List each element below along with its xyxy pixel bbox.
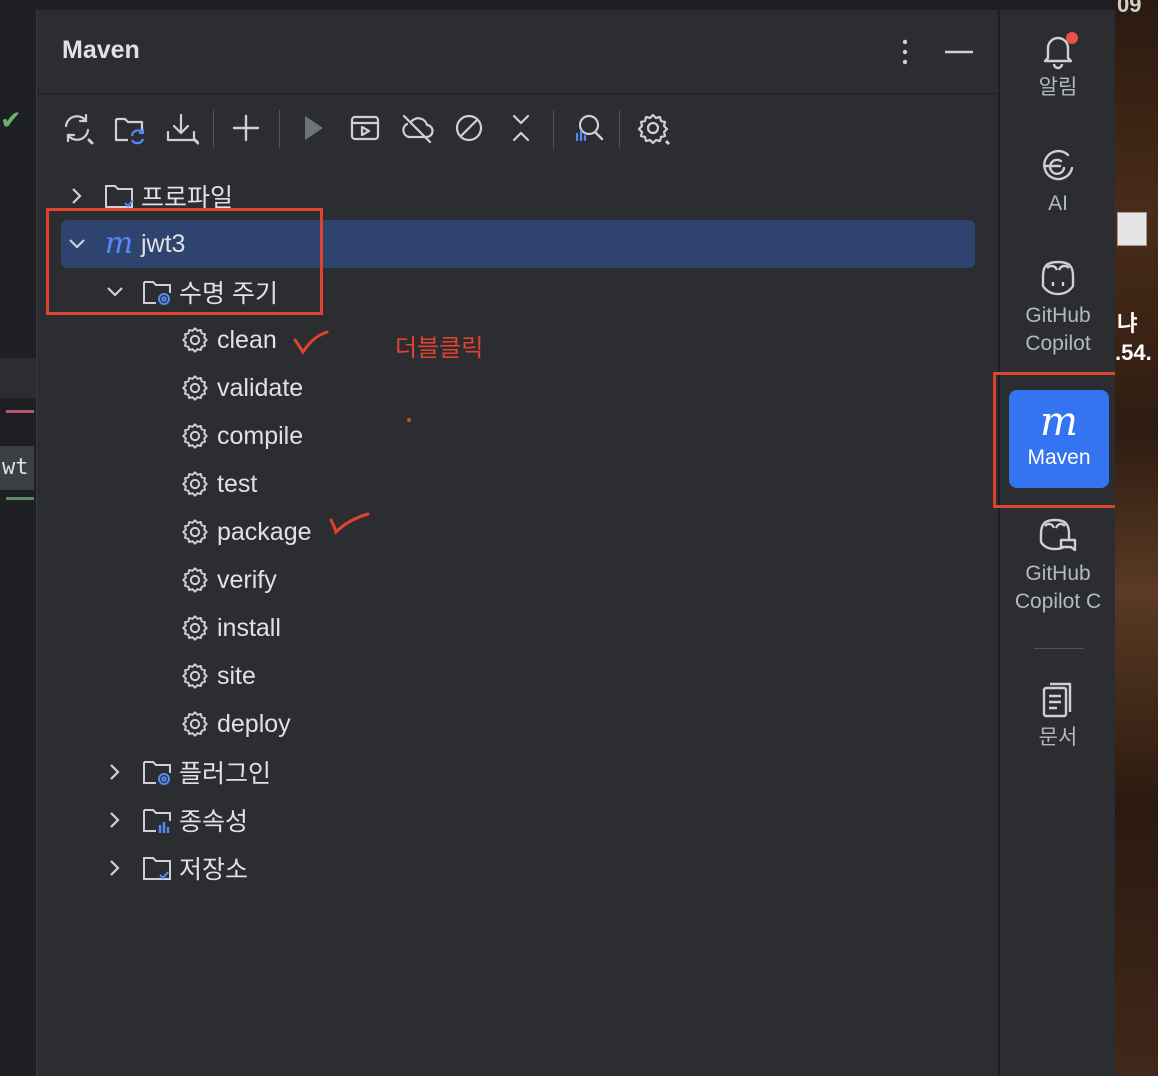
more-options-icon[interactable]: [895, 34, 915, 70]
tree-node-dependencies[interactable]: 종속성: [103, 796, 248, 844]
panel-title: Maven: [62, 36, 140, 64]
tool-ai[interactable]: AI: [1000, 146, 1116, 218]
window-top-border: [36, 0, 1115, 10]
chevron-right-icon[interactable]: [65, 184, 89, 208]
goal-package[interactable]: package: [179, 508, 312, 556]
chevron-right-icon[interactable]: [103, 808, 127, 832]
tree-label: 종속성: [179, 808, 249, 836]
goal-label: deploy: [217, 709, 291, 738]
offline-mode-icon[interactable]: [395, 106, 439, 150]
goal-install[interactable]: install: [179, 604, 281, 652]
tree-node-plugins[interactable]: 플러그인: [103, 748, 271, 796]
goal-label: validate: [217, 373, 304, 402]
tree-node-repositories[interactable]: 저장소: [103, 844, 248, 892]
editor-highlight-band: [0, 358, 36, 398]
change-marker: [6, 410, 34, 413]
goal-label: install: [217, 613, 281, 642]
annotation-box-maven: [993, 372, 1120, 508]
annotation-dot: [407, 418, 411, 422]
goal-label: package: [217, 517, 312, 546]
editor-tab-fragment[interactable]: wt: [0, 446, 34, 490]
notification-badge: [1066, 32, 1078, 44]
annotation-box-project: [46, 208, 323, 315]
panel-header: Maven: [37, 10, 999, 94]
desktop-widget: [1117, 212, 1147, 246]
goal-label: test: [217, 469, 258, 498]
add-icon[interactable]: [224, 106, 268, 150]
ai-icon: [1042, 149, 1074, 181]
plugins-folder-icon: [141, 756, 173, 788]
tree-label: 저장소: [179, 856, 249, 884]
chevron-right-icon[interactable]: [103, 856, 127, 880]
repository-folder-icon: [141, 852, 173, 884]
tool-label: Copilot: [1025, 332, 1091, 355]
reload-all-icon[interactable]: [55, 106, 99, 150]
annotation-note: 더블클릭: [395, 335, 484, 362]
minimize-icon[interactable]: [941, 34, 977, 70]
goal-verify[interactable]: verify: [179, 556, 277, 604]
execute-goal-icon[interactable]: [343, 106, 387, 150]
goal-label: clean: [217, 325, 277, 354]
tool-notifications[interactable]: 알림: [1000, 30, 1116, 102]
collapse-icon[interactable]: [499, 106, 543, 150]
tool-strip-separator: [1034, 648, 1084, 649]
goal-label: compile: [217, 421, 304, 450]
gear-icon: [179, 372, 211, 404]
wallpaper-text: 냐: [1117, 311, 1138, 336]
editor-gutter: ✔ wt: [0, 0, 36, 1076]
desktop-wallpaper: 09 냐 .54.: [1115, 0, 1158, 1076]
chevron-right-icon[interactable]: [103, 760, 127, 784]
maven-panel: Maven 프로파일 m jwt3 수명 주기 clean validate c…: [36, 10, 999, 1076]
gear-icon: [179, 564, 211, 596]
wallpaper-text: .54.: [1115, 340, 1152, 365]
reload-project-icon[interactable]: [107, 106, 151, 150]
copilot-icon: [1041, 260, 1075, 296]
run-icon[interactable]: [291, 106, 335, 150]
analyze-dependencies-icon[interactable]: [565, 106, 609, 150]
download-icon[interactable]: [159, 106, 203, 150]
annotation-check-mark: [329, 512, 370, 535]
tool-github-copilot-chat[interactable]: GitHub Copilot C: [1000, 516, 1116, 616]
goal-test[interactable]: test: [179, 460, 257, 508]
goal-validate[interactable]: validate: [179, 364, 303, 412]
maven-toolbar: [37, 106, 999, 154]
dependencies-folder-icon: [141, 804, 173, 836]
tool-label: Copilot C: [1014, 590, 1102, 613]
goal-compile[interactable]: compile: [179, 412, 303, 460]
skip-tests-icon[interactable]: [447, 106, 491, 150]
tool-label: 알림: [1038, 76, 1078, 99]
tree-label: 플러그인: [179, 760, 272, 788]
check-icon: ✔: [0, 106, 22, 136]
tool-label: GitHub: [1025, 304, 1091, 327]
gear-icon: [179, 516, 211, 548]
settings-icon[interactable]: [631, 106, 675, 150]
right-tool-strip: 알림 AI GitHub Copilot m Maven GitHub Copi…: [999, 10, 1115, 1076]
tool-docs[interactable]: 문서: [1000, 680, 1116, 752]
change-marker: [6, 497, 34, 500]
goal-label: site: [217, 661, 256, 690]
gear-icon: [179, 324, 211, 356]
tool-label: AI: [1048, 192, 1068, 215]
annotation-check-mark: [293, 330, 329, 355]
tool-label: GitHub: [1025, 562, 1091, 585]
gear-icon: [179, 612, 211, 644]
copilot-chat-icon: [1039, 518, 1077, 552]
gear-icon: [179, 468, 211, 500]
wallpaper-text: 09: [1117, 0, 1142, 17]
gear-icon: [179, 420, 211, 452]
goal-clean[interactable]: clean: [179, 316, 277, 364]
goal-deploy[interactable]: deploy: [179, 700, 291, 748]
document-icon: [1042, 682, 1072, 718]
goal-site[interactable]: site: [179, 652, 256, 700]
tool-label: 문서: [1038, 726, 1078, 749]
gear-icon: [179, 708, 211, 740]
tool-github-copilot[interactable]: GitHub Copilot: [1000, 258, 1116, 358]
goal-label: verify: [217, 565, 277, 594]
gear-icon: [179, 660, 211, 692]
